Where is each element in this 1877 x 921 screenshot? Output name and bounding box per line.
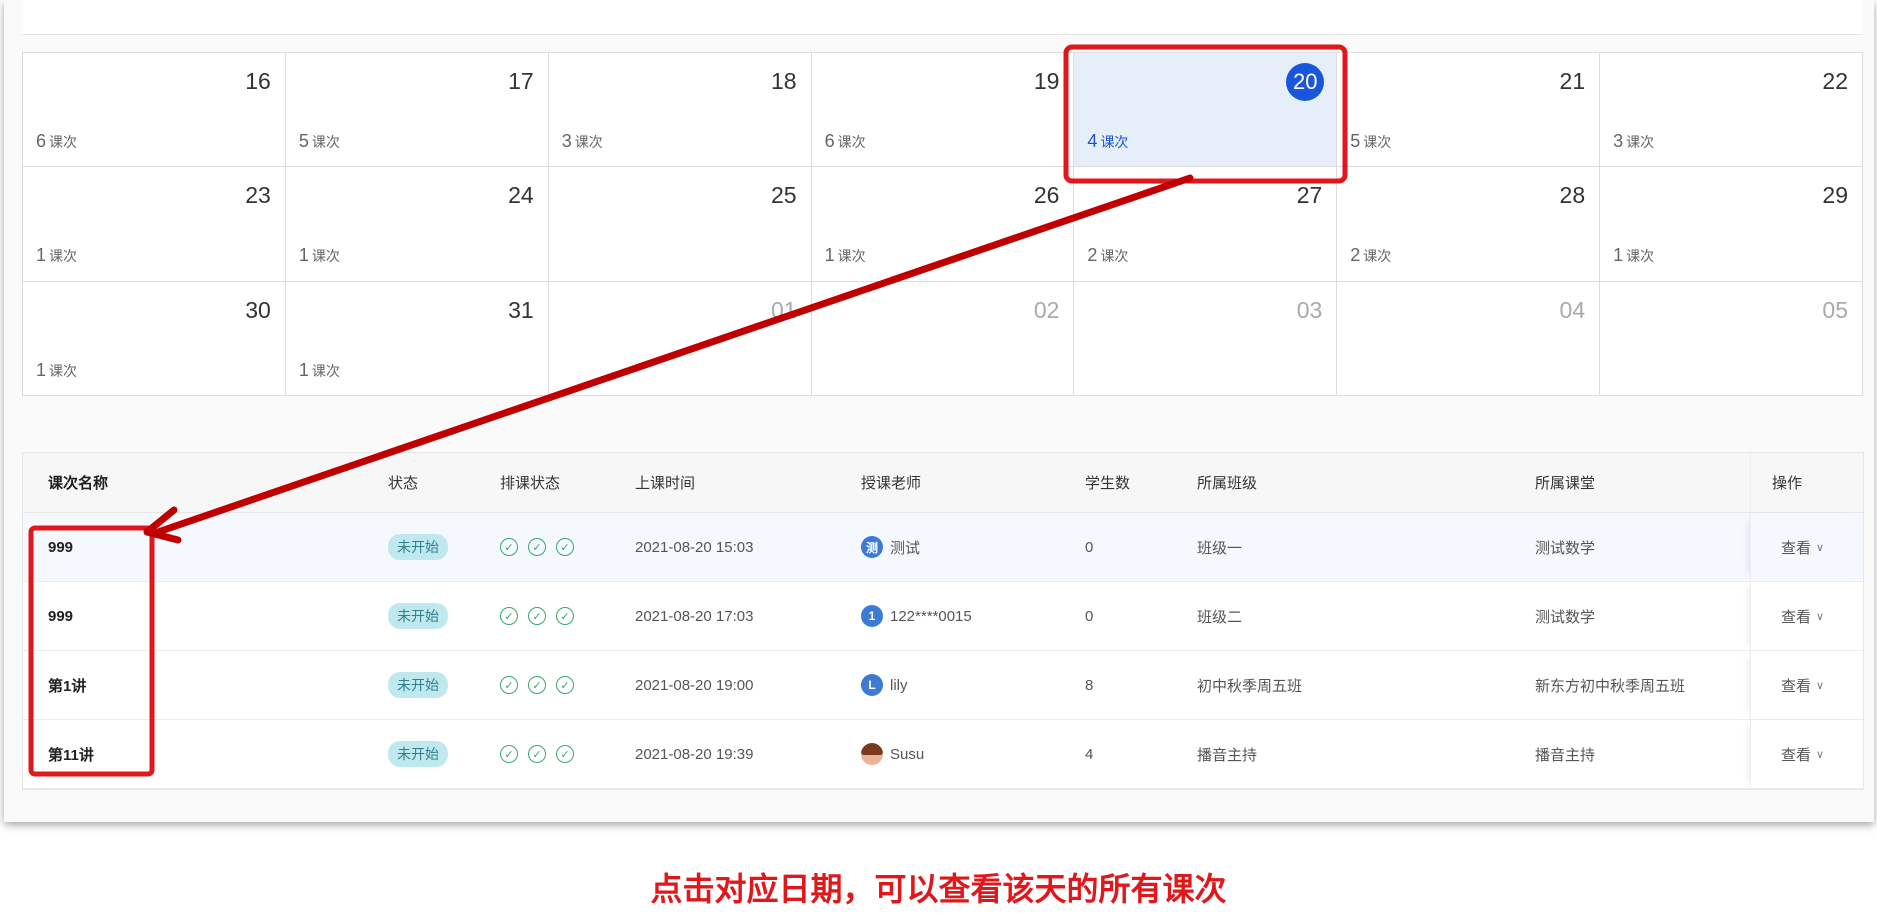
annotation-overlay [28,44,1348,777]
annotation-caption: 点击对应日期，可以查看该天的所有课次 [650,871,1227,907]
annotation-arrow-line [154,174,1194,536]
highlight-box-selected-date [1063,44,1348,184]
highlight-box-lesson-names [28,525,155,777]
